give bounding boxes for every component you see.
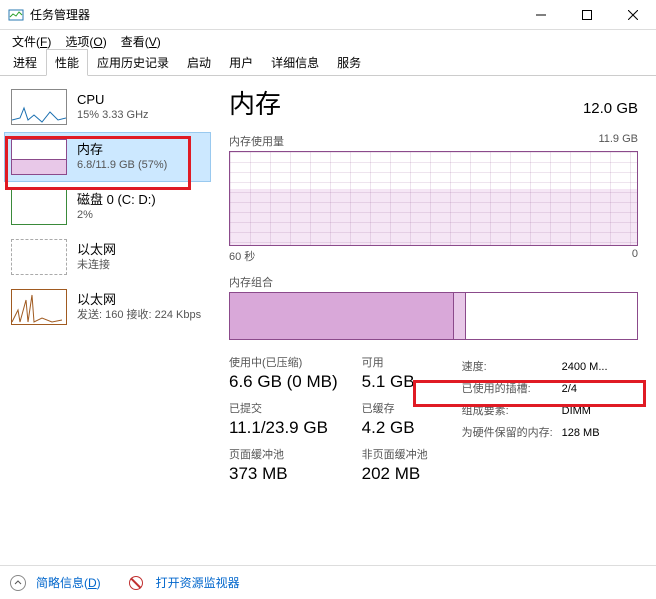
footer: 简略信息(D) 打开资源监视器: [0, 565, 656, 599]
tabbar: 进程 性能 应用历史记录 启动 用户 详细信息 服务: [0, 52, 656, 76]
sidebar-item-memory[interactable]: 内存6.8/11.9 GB (57%): [4, 132, 211, 182]
net-thumb-icon: [11, 289, 67, 325]
sidebar-item-label: 以太网: [77, 292, 201, 308]
sidebar-item-ethernet-2[interactable]: 以太网发送: 160 接收: 224 Kbps: [4, 282, 211, 332]
main-panel: 内存 12.0 GB 内存使用量11.9 GB 60 秒0 内存组合 使用中(已…: [215, 76, 656, 566]
sidebar-item-label: 以太网: [77, 242, 116, 258]
stats-right: 速度:2400 M... 已使用的插槽:2/4 组成要素:DIMM 为硬件保留的…: [462, 356, 608, 492]
sidebar-item-cpu[interactable]: CPU15% 3.33 GHz: [4, 82, 211, 132]
maximize-button[interactable]: [564, 0, 610, 30]
stat-form-factor: DIMM: [562, 400, 591, 422]
memory-usage-chart: [229, 151, 638, 246]
net-thumb-icon: [11, 239, 67, 275]
stat-in-use: 6.6 GB (0 MB): [229, 370, 338, 394]
tab-performance[interactable]: 性能: [46, 49, 88, 76]
stat-available: 5.1 GB: [362, 370, 432, 394]
chart-usage-max: 11.9 GB: [598, 133, 638, 149]
task-manager-icon: [8, 7, 24, 23]
tab-details[interactable]: 详细信息: [262, 49, 328, 76]
chart-comp-label: 内存组合: [229, 274, 273, 290]
stat-paged-pool: 373 MB: [229, 462, 338, 486]
minimize-button[interactable]: [518, 0, 564, 30]
sidebar-item-label: CPU: [77, 92, 149, 108]
sidebar-item-label: 内存: [77, 142, 167, 158]
stat-speed: 2400 M...: [562, 356, 608, 378]
brief-info-link[interactable]: 简略信息(D): [36, 574, 101, 591]
resmon-icon: [129, 576, 143, 590]
window-title: 任务管理器: [30, 6, 518, 23]
stat-hw-reserved: 128 MB: [562, 422, 600, 444]
cpu-thumb-icon: [11, 89, 67, 125]
tab-processes[interactable]: 进程: [4, 49, 46, 76]
stats-left: 使用中(已压缩)6.6 GB (0 MB) 可用5.1 GB 已提交11.1/2…: [229, 356, 432, 492]
titlebar: 任务管理器: [0, 0, 656, 30]
stat-cached: 4.2 GB: [362, 416, 432, 440]
comp-modified: [454, 293, 466, 339]
tab-services[interactable]: 服务: [328, 49, 370, 76]
stat-slots: 2/4: [562, 378, 577, 400]
sidebar-item-ethernet-1[interactable]: 以太网未连接: [4, 232, 211, 282]
stat-committed: 11.1/23.9 GB: [229, 416, 338, 440]
page-title: 内存: [229, 84, 281, 121]
memory-thumb-icon: [11, 139, 67, 175]
memory-total: 12.0 GB: [583, 100, 638, 117]
sidebar-item-label: 磁盘 0 (C: D:): [77, 192, 156, 208]
chevron-up-icon[interactable]: [10, 575, 26, 591]
close-button[interactable]: [610, 0, 656, 30]
disk-thumb-icon: [11, 189, 67, 225]
open-resmon-link[interactable]: 打开资源监视器: [156, 574, 240, 591]
chart-usage-label: 内存使用量: [229, 133, 284, 149]
memory-composition-chart: [229, 292, 638, 340]
sidebar-item-disk[interactable]: 磁盘 0 (C: D:)2%: [4, 182, 211, 232]
tab-app-history[interactable]: 应用历史记录: [88, 49, 178, 76]
tab-startup[interactable]: 启动: [178, 49, 220, 76]
comp-in-use: [230, 293, 454, 339]
comp-free: [466, 293, 637, 339]
stat-nonpaged-pool: 202 MB: [362, 462, 432, 486]
tab-users[interactable]: 用户: [220, 49, 262, 76]
perf-sidebar: CPU15% 3.33 GHz 内存6.8/11.9 GB (57%) 磁盘 0…: [0, 76, 215, 566]
